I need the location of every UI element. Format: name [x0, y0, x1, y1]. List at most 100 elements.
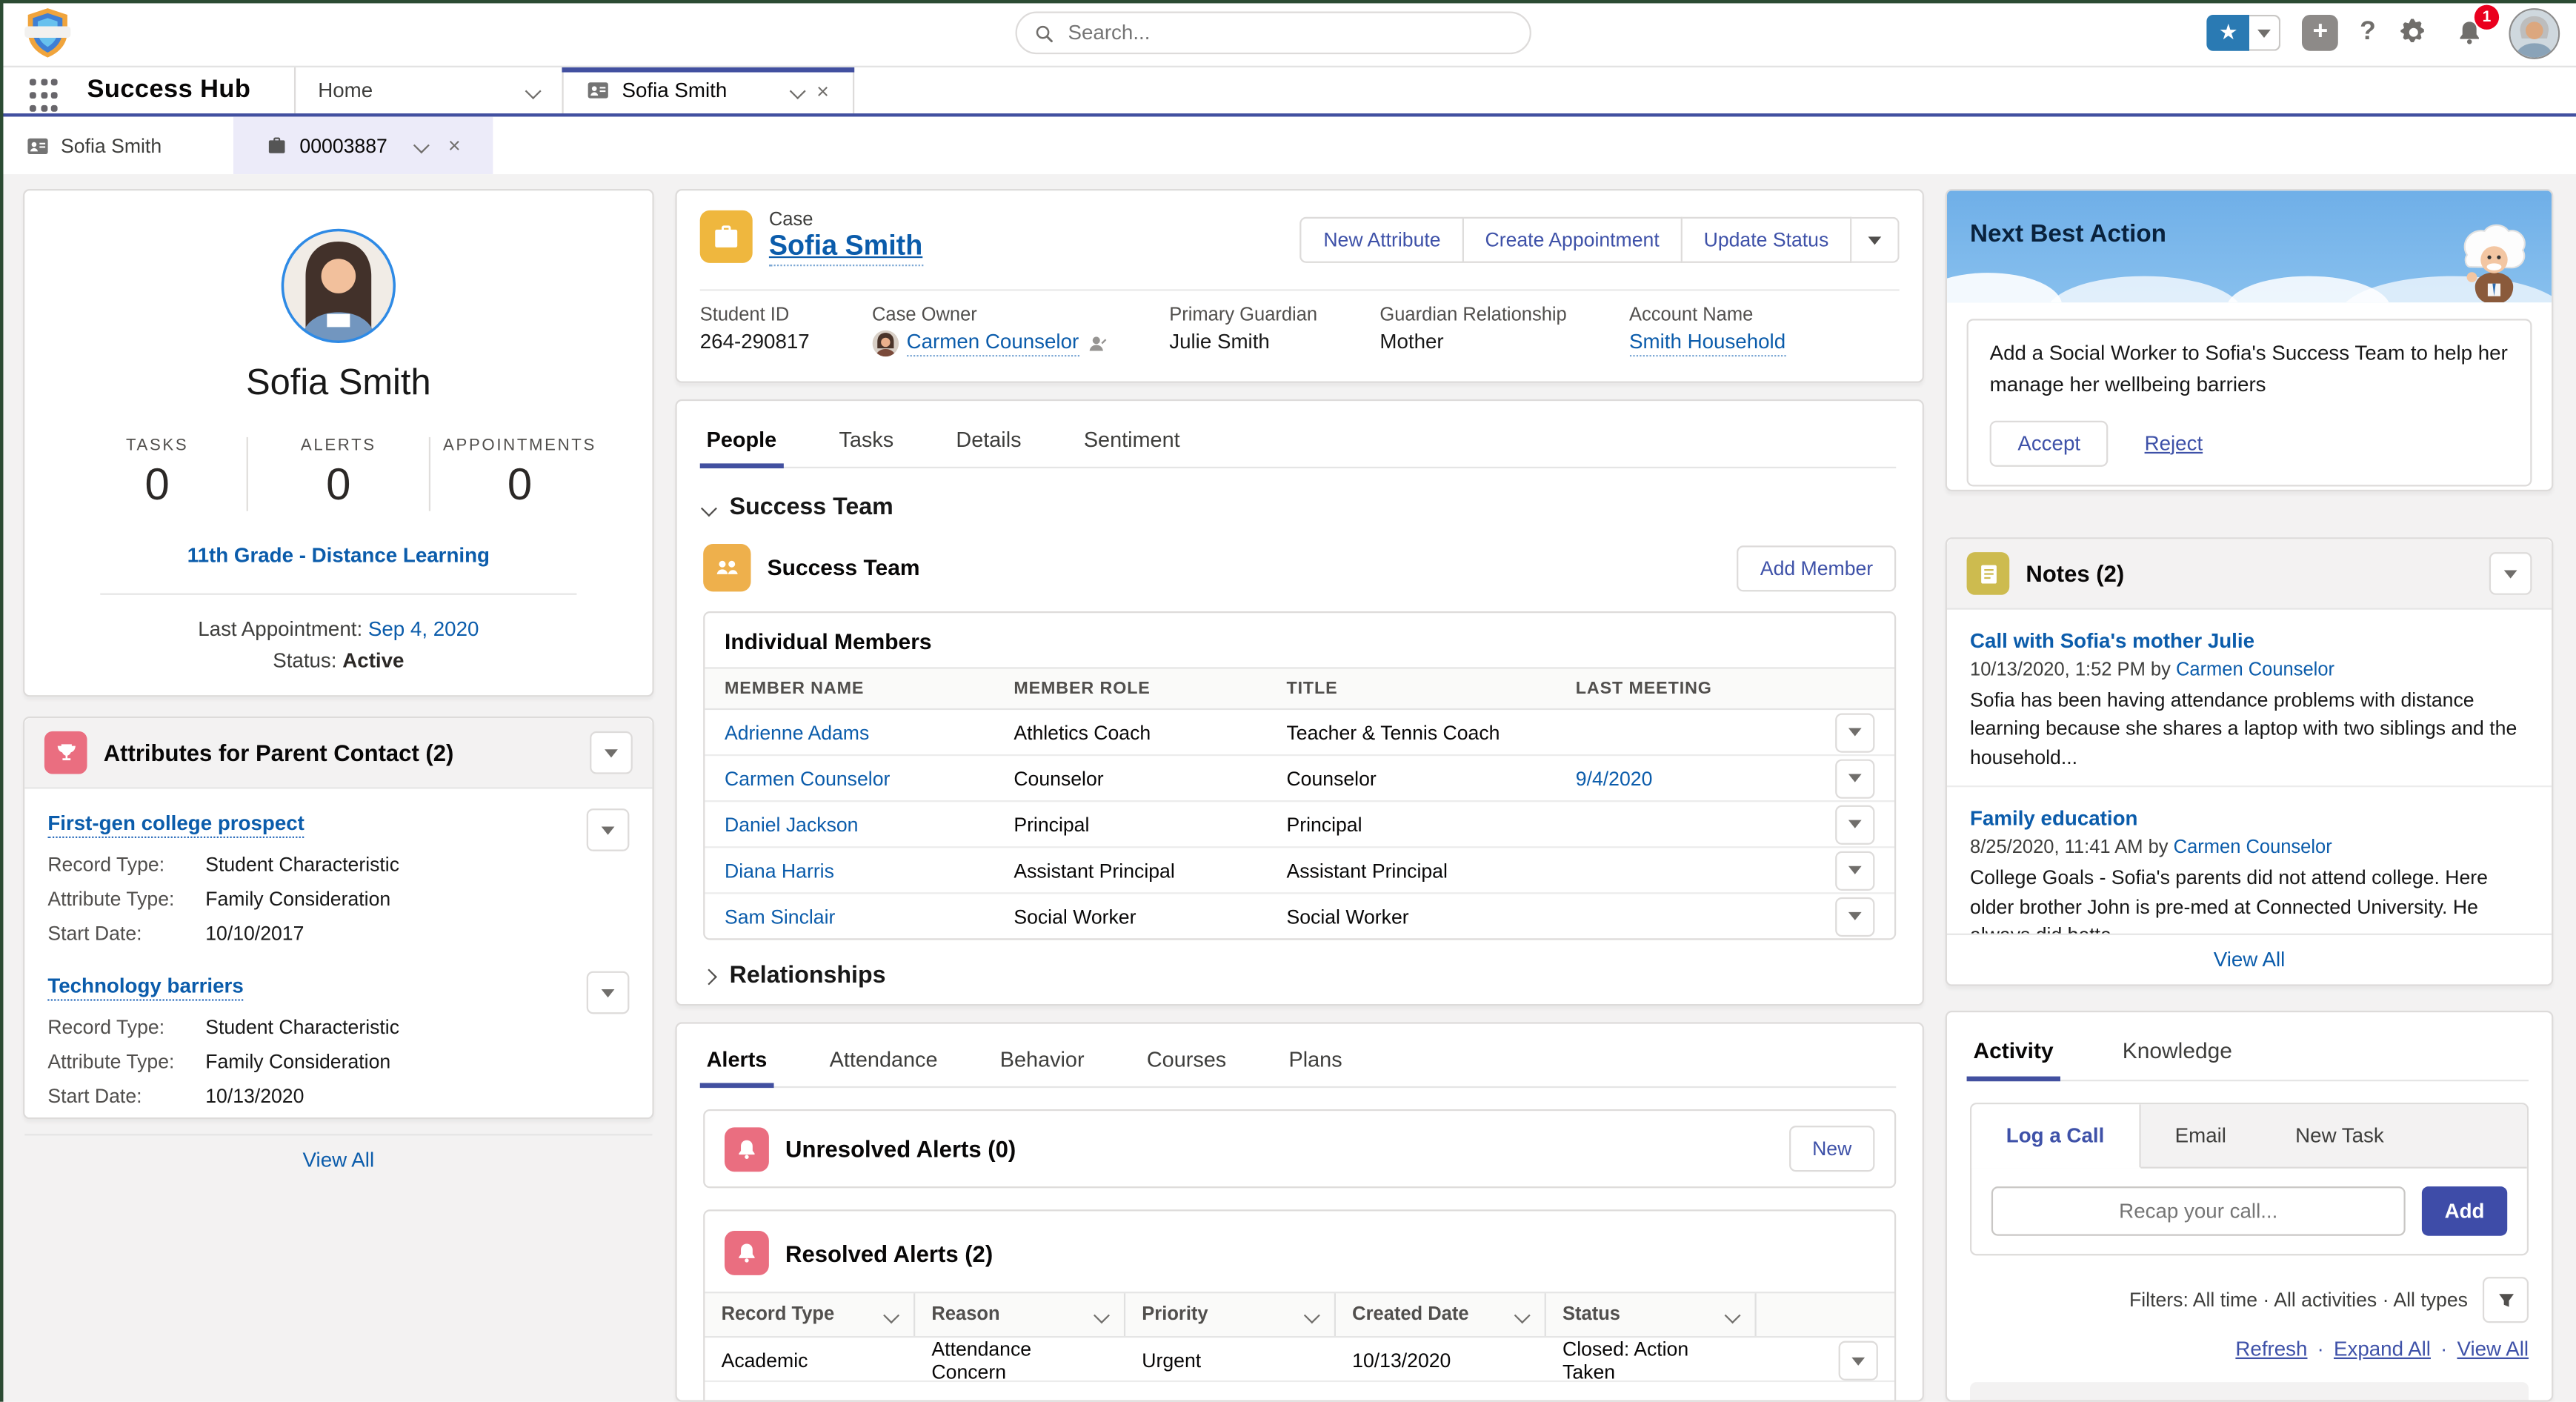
- close-icon[interactable]: ×: [816, 80, 829, 102]
- column-header[interactable]: Reason: [915, 1293, 1125, 1336]
- row-actions-dropdown[interactable]: [1835, 758, 1874, 797]
- last-meeting-link[interactable]: 9/4/2020: [1576, 767, 1835, 790]
- tab-tasks[interactable]: Tasks: [836, 417, 897, 467]
- member-name-link[interactable]: Daniel Jackson: [725, 813, 1014, 836]
- create-appointment-button[interactable]: Create Appointment: [1464, 217, 1683, 263]
- refresh-link[interactable]: Refresh: [2235, 1338, 2307, 1361]
- more-actions-dropdown[interactable]: [1851, 217, 1899, 263]
- org-logo-shield-icon: [20, 5, 76, 61]
- reject-button[interactable]: Reject: [2145, 431, 2203, 454]
- success-team-section-toggle[interactable]: Success Team: [703, 495, 1896, 521]
- global-search-input[interactable]: [1065, 20, 1513, 46]
- relationships-section-toggle[interactable]: Relationships: [703, 963, 1896, 989]
- tab-people[interactable]: People: [703, 417, 779, 467]
- global-search[interactable]: [1016, 12, 1531, 55]
- upcoming-overdue-toggle[interactable]: Upcoming & Overdue: [1970, 1382, 2529, 1402]
- account-name-link[interactable]: Smith Household: [1629, 330, 1785, 356]
- nba-recommendation: Add a Social Worker to Sofia's Success T…: [1967, 319, 2532, 485]
- card-actions-dropdown[interactable]: [590, 731, 633, 774]
- last-appointment-date-link[interactable]: Sep 4, 2020: [368, 618, 479, 641]
- tab-details[interactable]: Details: [953, 417, 1025, 467]
- favorites-star-icon[interactable]: ★: [2207, 15, 2250, 51]
- member-name-link[interactable]: Sam Sinclair: [725, 905, 1014, 928]
- chevron-down-icon: [701, 499, 717, 516]
- subtab-sofia-smith[interactable]: Sofia Smith: [0, 116, 188, 174]
- new-attribute-button[interactable]: New Attribute: [1300, 217, 1463, 263]
- field-label: Start Date:: [47, 1080, 205, 1114]
- attribute-link[interactable]: First-gen college prospect: [47, 812, 304, 838]
- grade-link[interactable]: 11th Grade - Distance Learning: [187, 544, 490, 567]
- column-header[interactable]: MEMBER ROLE: [1014, 679, 1286, 699]
- row-actions-dropdown[interactable]: [587, 808, 630, 851]
- subtab-case-00003887[interactable]: 00003887 ×: [234, 116, 493, 174]
- quick-create-button[interactable]: +: [2302, 15, 2338, 51]
- subtab-bar: Sofia Smith 00003887 ×: [0, 116, 2576, 174]
- tab-sofia-smith[interactable]: Sofia Smith ×: [561, 67, 853, 113]
- app-launcher-icon[interactable]: [30, 79, 58, 113]
- column-header[interactable]: Created Date: [1336, 1293, 1546, 1336]
- row-actions-dropdown[interactable]: [1835, 851, 1874, 890]
- activity-tabs: Activity Knowledge: [1970, 1032, 2529, 1082]
- note-date: 10/13/2020, 1:52 PM by: [1970, 661, 2171, 681]
- note-title-link[interactable]: Family education: [1970, 807, 2137, 830]
- accept-button[interactable]: Accept: [1990, 420, 2109, 466]
- favorites-dropdown[interactable]: [2250, 15, 2281, 51]
- tab-log-a-call[interactable]: Log a Call: [1971, 1104, 2140, 1168]
- filter-icon[interactable]: [2483, 1277, 2529, 1323]
- member-name-link[interactable]: Carmen Counselor: [725, 767, 1014, 790]
- chevron-down-icon[interactable]: [790, 82, 806, 99]
- row-actions-dropdown[interactable]: [1835, 712, 1874, 751]
- note-title-link[interactable]: Call with Sofia's mother Julie: [1970, 629, 2254, 652]
- column-header[interactable]: TITLE: [1286, 679, 1575, 699]
- row-actions-dropdown[interactable]: [1835, 805, 1874, 844]
- column-header[interactable]: MEMBER NAME: [725, 679, 1014, 699]
- tab-home[interactable]: Home: [293, 67, 561, 113]
- tab-plans[interactable]: Plans: [1285, 1037, 1345, 1086]
- update-status-button[interactable]: Update Status: [1683, 217, 1852, 263]
- member-name-link[interactable]: Diana Harris: [725, 859, 1014, 882]
- tab-sentiment[interactable]: Sentiment: [1080, 417, 1183, 467]
- change-owner-icon[interactable]: [1087, 333, 1107, 353]
- column-header[interactable]: Priority: [1125, 1293, 1336, 1336]
- view-all-link[interactable]: View All: [303, 1149, 375, 1172]
- favorites-split-button[interactable]: ★: [2207, 15, 2281, 51]
- member-name-link[interactable]: Adrienne Adams: [725, 720, 1014, 743]
- cell: Social Worker: [1286, 905, 1575, 928]
- tab-attendance[interactable]: Attendance: [826, 1037, 941, 1086]
- view-all-link[interactable]: View All: [2214, 948, 2286, 971]
- card-actions-dropdown[interactable]: [2489, 552, 2532, 595]
- field-label: Primary Guardian: [1169, 305, 1317, 325]
- expand-all-link[interactable]: Expand All: [2334, 1338, 2431, 1361]
- attribute-link[interactable]: Technology barriers: [47, 974, 243, 1000]
- note-author-link[interactable]: Carmen Counselor: [2176, 661, 2334, 681]
- add-button[interactable]: Add: [2422, 1186, 2507, 1236]
- tab-email[interactable]: Email: [2140, 1104, 2260, 1166]
- close-icon[interactable]: ×: [448, 135, 461, 156]
- row-actions-dropdown[interactable]: [587, 971, 630, 1014]
- tab-knowledge[interactable]: Knowledge: [2119, 1032, 2235, 1080]
- help-icon[interactable]: ?: [2360, 18, 2376, 47]
- row-actions-dropdown[interactable]: [1839, 1341, 1878, 1381]
- add-member-button[interactable]: Add Member: [1737, 545, 1896, 591]
- user-avatar[interactable]: [2509, 7, 2560, 59]
- new-alert-button[interactable]: New: [1789, 1126, 1874, 1172]
- column-header[interactable]: Record Type: [705, 1293, 915, 1336]
- notifications-bell[interactable]: 1: [2452, 15, 2488, 51]
- note-author-link[interactable]: Carmen Counselor: [2174, 838, 2332, 858]
- tab-new-task[interactable]: New Task: [2261, 1104, 2419, 1166]
- chevron-down-icon[interactable]: [525, 82, 541, 99]
- column-header[interactable]: Status: [1546, 1293, 1757, 1336]
- case-title-link[interactable]: Sofia Smith: [769, 230, 922, 266]
- tab-behavior[interactable]: Behavior: [996, 1037, 1088, 1086]
- setup-gear-icon[interactable]: [2397, 16, 2430, 49]
- tab-activity[interactable]: Activity: [1970, 1032, 2057, 1080]
- members-table-title: Individual Members: [705, 613, 1894, 667]
- row-actions-dropdown[interactable]: [1835, 897, 1874, 936]
- case-owner-link[interactable]: Carmen Counselor: [907, 330, 1079, 356]
- column-header[interactable]: LAST MEETING: [1576, 679, 1835, 699]
- tab-alerts[interactable]: Alerts: [703, 1037, 771, 1086]
- tab-courses[interactable]: Courses: [1143, 1037, 1229, 1086]
- recap-call-input[interactable]: [1991, 1186, 2406, 1236]
- chevron-down-icon[interactable]: [413, 137, 429, 153]
- view-all-link[interactable]: View All: [2457, 1338, 2529, 1361]
